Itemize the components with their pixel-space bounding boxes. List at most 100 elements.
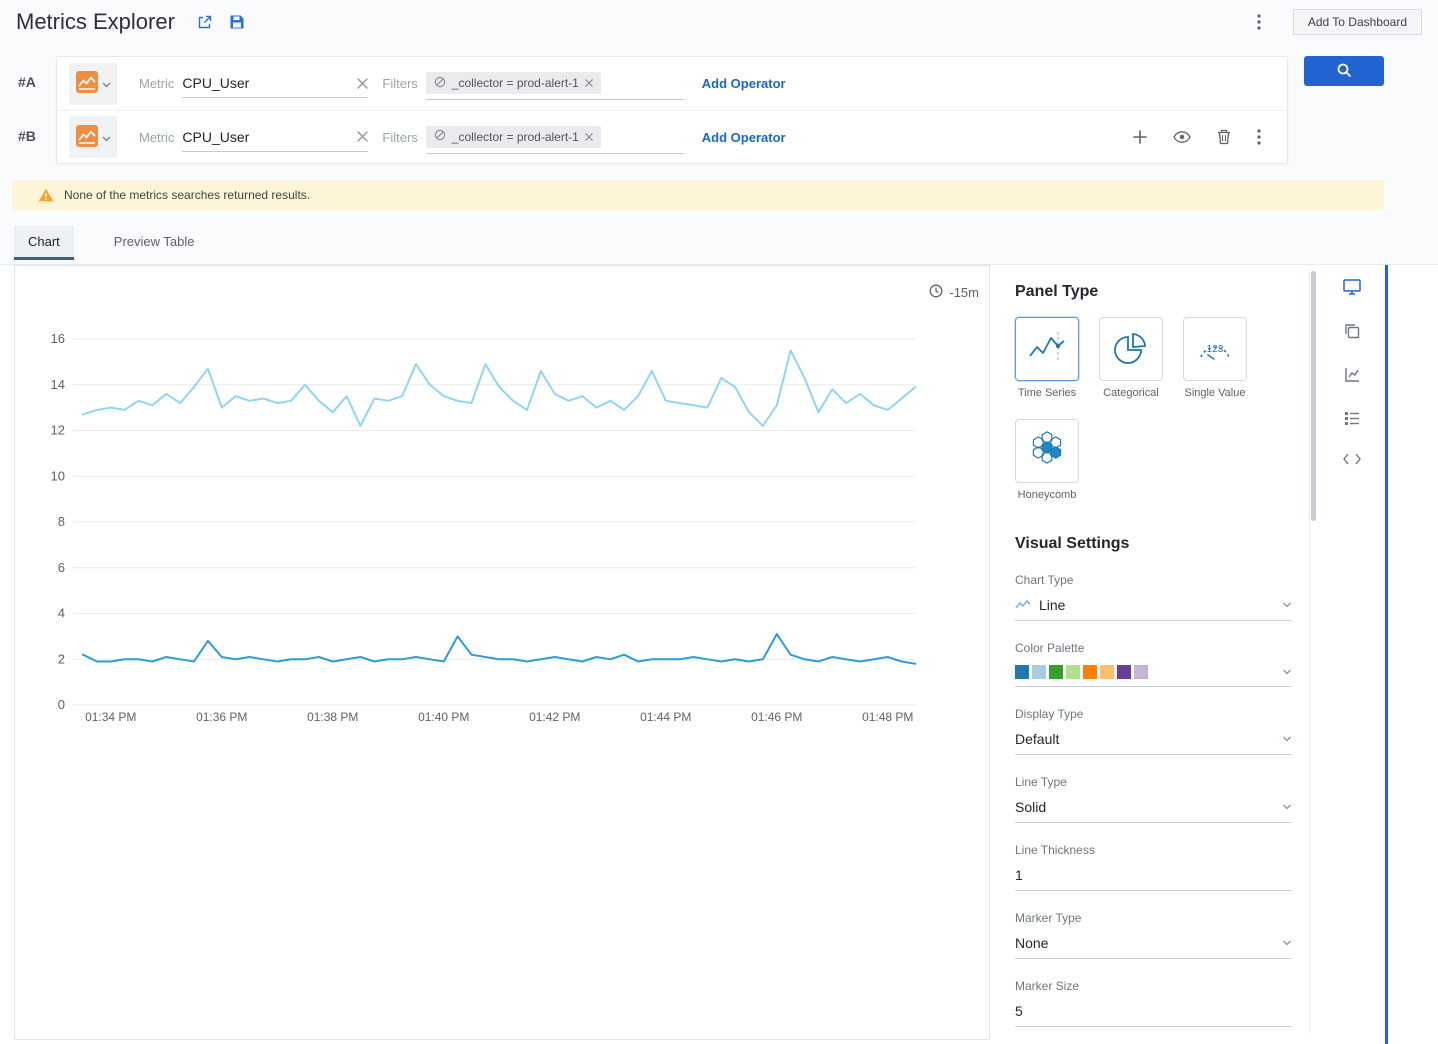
time-series-icon xyxy=(1025,326,1069,373)
marker-size-input[interactable] xyxy=(1015,1003,1292,1027)
clear-metric-icon[interactable] xyxy=(357,131,368,142)
filter-chip[interactable]: _collector = prod-alert-1 xyxy=(426,72,601,94)
palette-color-swatch xyxy=(1049,665,1063,679)
metrics-source-icon xyxy=(76,125,98,150)
filter-chip-text: _collector = prod-alert-1 xyxy=(452,76,579,90)
save-icon[interactable] xyxy=(225,10,249,34)
query-row-id-a: #A xyxy=(18,74,36,90)
search-button[interactable] xyxy=(1304,56,1384,86)
color-palette-label: Color Palette xyxy=(1015,641,1292,655)
marker-size-label: Marker Size xyxy=(1015,979,1292,993)
chevron-down-icon xyxy=(102,76,111,91)
palette-color-swatch xyxy=(1083,665,1097,679)
copy-panel-icon[interactable] xyxy=(1344,323,1360,339)
pie-chart-icon xyxy=(1109,326,1153,373)
line-thickness-input[interactable] xyxy=(1015,867,1292,891)
color-palette-select[interactable] xyxy=(1015,665,1292,687)
warning-banner: None of the metrics searches returned re… xyxy=(12,180,1384,210)
panel-type-label: Time Series xyxy=(1015,387,1079,399)
marker-type-select[interactable]: None xyxy=(1015,935,1292,959)
chart-type-field: Chart Type Line xyxy=(1015,573,1292,621)
add-operator-link[interactable]: Add Operator xyxy=(702,130,786,145)
search-icon xyxy=(1336,62,1352,81)
visual-settings-title: Visual Settings xyxy=(1015,535,1292,553)
chevron-down-icon xyxy=(102,130,111,145)
clear-metric-icon[interactable] xyxy=(357,78,368,89)
remove-filter-icon[interactable] xyxy=(585,133,593,141)
palette-color-swatch xyxy=(1134,665,1148,679)
panel-type-grid: Time Series Categorical 123 xyxy=(1015,317,1275,501)
main-area: -15m 024681012141601:34 PM01:36 PM01:38 … xyxy=(0,264,1438,1044)
panel-type-single-value[interactable]: 123 xyxy=(1183,317,1247,381)
panel-type-time-series[interactable] xyxy=(1015,317,1079,381)
tabs: Chart Preview Table xyxy=(14,226,209,260)
code-view-icon[interactable] xyxy=(1343,453,1361,465)
metric-input[interactable]: CPU_User xyxy=(182,129,368,152)
top-region: Metrics Explorer Add To Dashboard #A #B xyxy=(0,0,1438,264)
scrollbar-thumb[interactable] xyxy=(1311,271,1316,521)
svg-text:01:46 PM: 01:46 PM xyxy=(751,710,802,724)
panel-type-categorical[interactable] xyxy=(1099,317,1163,381)
svg-text:01:38 PM: 01:38 PM xyxy=(307,710,358,724)
query-row-a: Metric CPU_User Filters _colle xyxy=(57,57,1287,110)
line-thickness-field: Line Thickness xyxy=(1015,843,1292,891)
marker-type-label: Marker Type xyxy=(1015,911,1292,925)
tab-preview-table[interactable]: Preview Table xyxy=(100,226,209,260)
share-icon[interactable] xyxy=(193,10,217,34)
palette-color-swatch xyxy=(1032,665,1046,679)
color-palette-field: Color Palette xyxy=(1015,641,1292,687)
query-row-id-b: #B xyxy=(18,128,36,144)
panel-type-title: Panel Type xyxy=(1015,283,1292,301)
display-settings-icon[interactable] xyxy=(1343,279,1361,295)
query-card: Metric CPU_User Filters _colle xyxy=(56,56,1288,164)
delete-row-trash-icon[interactable] xyxy=(1217,129,1231,145)
header-kebab-menu-icon[interactable] xyxy=(1247,10,1271,34)
axes-settings-icon[interactable] xyxy=(1344,367,1360,383)
filters-input[interactable]: _collector = prod-alert-1 xyxy=(426,126,684,154)
remove-filter-icon[interactable] xyxy=(585,79,593,87)
svg-text:16: 16 xyxy=(51,331,65,346)
legend-settings-icon[interactable] xyxy=(1344,411,1360,425)
line-type-field: Line Type Solid xyxy=(1015,775,1292,823)
svg-text:10: 10 xyxy=(51,468,65,483)
toggle-visibility-eye-icon[interactable] xyxy=(1173,131,1191,143)
svg-text:01:44 PM: 01:44 PM xyxy=(640,710,691,724)
add-to-dashboard-button[interactable]: Add To Dashboard xyxy=(1293,9,1422,35)
palette-color-swatch xyxy=(1066,665,1080,679)
filter-chip-text: _collector = prod-alert-1 xyxy=(452,130,579,144)
marker-type-value: None xyxy=(1015,935,1048,951)
display-type-select[interactable]: Default xyxy=(1015,731,1292,755)
line-type-select[interactable]: Solid xyxy=(1015,799,1292,823)
add-operator-link[interactable]: Add Operator xyxy=(702,76,786,91)
svg-text:01:42 PM: 01:42 PM xyxy=(529,710,580,724)
chevron-down-icon xyxy=(1282,940,1292,946)
clock-icon xyxy=(929,284,943,301)
svg-text:01:34 PM: 01:34 PM xyxy=(85,710,136,724)
chart-type-select[interactable]: Line xyxy=(1015,597,1292,621)
metric-label: Metric xyxy=(139,130,174,145)
metric-source-button[interactable] xyxy=(69,63,117,105)
marker-size-field: Marker Size xyxy=(1015,979,1292,1027)
tab-chart[interactable]: Chart xyxy=(14,226,74,260)
panel-type-honeycomb[interactable] xyxy=(1015,419,1079,483)
row-kebab-menu-icon[interactable] xyxy=(1257,129,1261,145)
query-section: #A #B Metric CPU_User xyxy=(0,56,1438,164)
line-chart[interactable]: 024681012141601:34 PM01:36 PM01:38 PM01:… xyxy=(15,316,991,736)
panel-type-label: Categorical xyxy=(1099,387,1163,399)
filters-input[interactable]: _collector = prod-alert-1 xyxy=(426,72,684,100)
header: Metrics Explorer Add To Dashboard xyxy=(0,0,1438,44)
panel-type-label: Single Value xyxy=(1183,387,1247,399)
metric-input[interactable]: CPU_User xyxy=(182,75,368,98)
time-range-badge[interactable]: -15m xyxy=(929,284,979,301)
line-type-label: Line Type xyxy=(1015,775,1292,789)
settings-scrollbar[interactable] xyxy=(1309,269,1315,1034)
add-query-row-icon[interactable] xyxy=(1133,130,1147,144)
palette-color-swatch xyxy=(1117,665,1131,679)
filters-label: Filters xyxy=(382,130,417,145)
metrics-explorer-app: Metrics Explorer Add To Dashboard #A #B xyxy=(0,0,1438,1044)
chart-type-value: Line xyxy=(1039,597,1065,613)
metric-source-button[interactable] xyxy=(69,116,117,158)
exclude-icon xyxy=(434,129,446,144)
filter-chip[interactable]: _collector = prod-alert-1 xyxy=(426,126,601,148)
svg-text:6: 6 xyxy=(58,560,65,575)
